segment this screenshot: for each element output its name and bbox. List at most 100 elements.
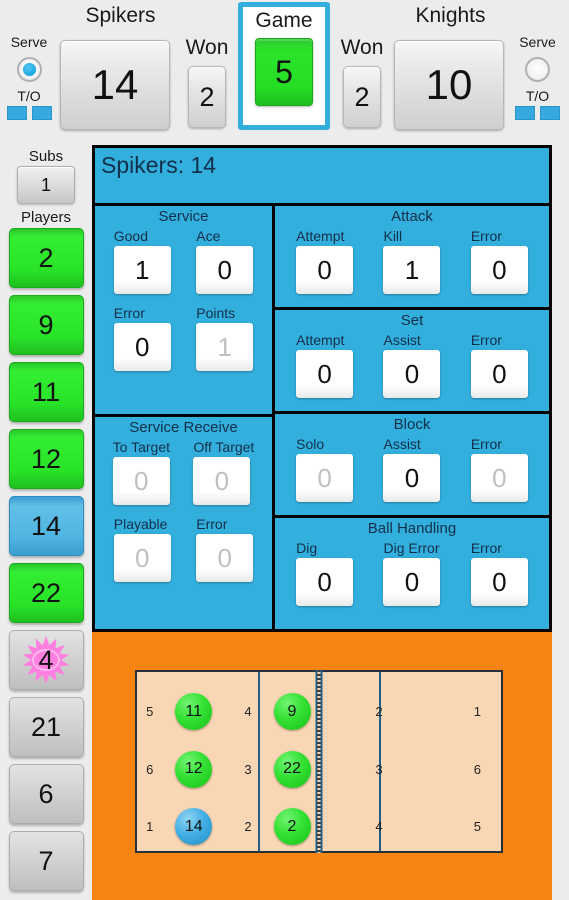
player-button-number: 21 (30, 711, 62, 742)
stat-value-box[interactable]: 0 (470, 246, 528, 294)
stat-value-box[interactable]: 0 (470, 558, 528, 606)
court-position-label-far_front-3: 3 (375, 761, 383, 777)
home-timeout-label: T/O (17, 88, 41, 104)
player-button-14[interactable]: 14 (8, 496, 84, 556)
stat-value-box[interactable]: 0 (383, 454, 441, 502)
stat-field-service-receive-playable: Playable 0 (113, 516, 171, 582)
stat-label: Dig Error (383, 540, 440, 556)
block-group: Block Solo 0 Assist 0 Error 0 (275, 414, 549, 518)
stat-label: Error (113, 305, 145, 321)
player-button-22[interactable]: 22 (8, 563, 84, 623)
stat-value-box[interactable]: 0 (296, 350, 354, 398)
near-attack-line (258, 672, 261, 851)
service-receive-group-title: Service Receive (129, 419, 238, 436)
stat-label: Points (196, 305, 236, 321)
away-score-button[interactable]: 10 (394, 40, 504, 130)
court-player-chip-12[interactable]: 12 (175, 750, 213, 788)
home-timeout-2[interactable] (31, 106, 52, 120)
stat-value-box[interactable]: 0 (112, 457, 170, 505)
player-button-21[interactable]: 21 (8, 697, 84, 757)
stat-value-box[interactable]: 0 (296, 558, 354, 606)
player-button-9[interactable]: 9 (8, 295, 84, 355)
player-button-4[interactable]: 4 (8, 630, 84, 690)
stat-value-box[interactable]: 0 (470, 454, 528, 502)
player-button-12[interactable]: 12 (8, 429, 84, 489)
game-number-button[interactable]: 5 (255, 38, 313, 106)
player-button-7[interactable]: 7 (8, 831, 84, 891)
stat-field-block-solo: Solo 0 (296, 436, 354, 502)
away-sets-won-button[interactable]: 2 (343, 66, 381, 128)
home-score-button[interactable]: 14 (60, 40, 170, 130)
away-timeout-1[interactable] (515, 106, 535, 120)
player-button-number: 4 (38, 644, 54, 675)
game-box: Game 5 (238, 2, 330, 130)
stat-value-box[interactable]: 0 (193, 457, 251, 505)
stat-label: Off Target (193, 439, 255, 455)
ball-handling-row: Dig 0 Dig Error 0 Error 0 (275, 537, 549, 614)
court-player-chip-11[interactable]: 11 (175, 693, 213, 731)
court-area: 5 11 6 12 1 14 4 9 3 22 2 2 2 3 4 1 6 5 (92, 632, 552, 900)
stat-value-box[interactable]: 0 (113, 323, 171, 371)
stat-value-box[interactable]: 0 (196, 534, 254, 582)
stat-label: Error (196, 516, 228, 532)
service-receive-row-1: To Target 0 Off Target 0 (95, 436, 272, 513)
stat-field-attack-error: Error 0 (470, 228, 528, 294)
away-serve-indicator[interactable] (525, 57, 550, 82)
player-button-6[interactable]: 6 (8, 764, 84, 824)
stat-label: Attempt (296, 332, 345, 348)
service-group: Service Good 1 Ace 0 Error 0 Points 1 (95, 206, 272, 417)
court-position-label-far_front-2: 2 (375, 704, 383, 720)
stat-value-box[interactable]: 0 (383, 558, 441, 606)
away-serve-column: Serve T/O (506, 34, 569, 120)
court-player-chip-9[interactable]: 9 (273, 693, 311, 731)
stat-value-box[interactable]: 1 (383, 246, 441, 294)
court-position-label-near_back-6: 6 (146, 761, 154, 777)
stat-field-service-ace: Ace 0 (196, 228, 254, 294)
player-button-number: 9 (38, 309, 54, 340)
scoreboard: Serve T/O Spikers 14 Won 2 Game 5 Won 2 … (0, 0, 569, 145)
stat-field-service-receive-off-target: Off Target 0 (193, 439, 254, 505)
home-sets-won-button[interactable]: 2 (188, 66, 226, 128)
court-position-label-near_back-5: 5 (146, 704, 154, 720)
player-button-list: 2 9 11 12 14 22 4 21 6 7 (0, 226, 92, 891)
home-serve-indicator[interactable] (16, 57, 42, 82)
away-serve-label: Serve (519, 34, 556, 50)
court-player-chip-22[interactable]: 22 (273, 750, 311, 788)
service-row-2: Error 0 Points 1 (95, 302, 272, 379)
attack-group-title: Attack (391, 208, 433, 225)
away-won-label: Won (340, 36, 384, 59)
stat-value-box[interactable]: 1 (196, 323, 254, 371)
stat-field-ball-handling-dig: Dig 0 (296, 540, 354, 606)
stat-value-box[interactable]: 0 (113, 534, 171, 582)
away-timeout-2[interactable] (540, 106, 560, 120)
set-row: Attempt 0 Assist 0 Error 0 (275, 329, 549, 406)
subs-count-button[interactable]: 1 (17, 166, 75, 204)
stat-field-ball-handling-error: Error 0 (470, 540, 528, 606)
player-button-11[interactable]: 11 (8, 362, 84, 422)
stat-label: Kill (383, 228, 403, 244)
stat-field-service-points: Points 1 (196, 305, 254, 371)
service-receive-row-2: Playable 0 Error 0 (95, 513, 272, 590)
net-icon (315, 670, 323, 853)
stats-header-title: Spikers: 14 (95, 148, 549, 206)
stat-value-box[interactable]: 1 (113, 246, 171, 294)
stats-body: Service Good 1 Ace 0 Error 0 Points 1 Service … (95, 206, 549, 629)
player-sidebar: Subs 1 Players 2 9 11 12 14 22 4 21 6 7 (0, 145, 92, 900)
stat-label: Dig (296, 540, 318, 556)
stat-value-box[interactable]: 0 (470, 350, 528, 398)
court-position-label-near_front-3: 3 (244, 761, 252, 777)
home-timeout-1[interactable] (6, 106, 27, 120)
stat-value-box[interactable]: 0 (383, 350, 441, 398)
court-player-chip-2[interactable]: 2 (273, 808, 311, 846)
player-button-2[interactable]: 2 (8, 228, 84, 288)
stat-value-box[interactable]: 0 (296, 454, 354, 502)
court-player-chip-14[interactable]: 14 (175, 808, 213, 846)
stat-field-set-assist: Assist 0 (383, 332, 441, 398)
stat-value-box[interactable]: 0 (196, 246, 254, 294)
stat-field-block-error: Error 0 (470, 436, 528, 502)
volleyball-stats-app: Serve T/O Spikers 14 Won 2 Game 5 Won 2 … (0, 0, 569, 900)
volleyball-court: 5 11 6 12 1 14 4 9 3 22 2 2 2 3 4 1 6 5 (135, 670, 503, 853)
stat-value-box[interactable]: 0 (296, 246, 354, 294)
stat-field-service-good: Good 1 (113, 228, 171, 294)
player-button-number: 2 (38, 242, 54, 273)
